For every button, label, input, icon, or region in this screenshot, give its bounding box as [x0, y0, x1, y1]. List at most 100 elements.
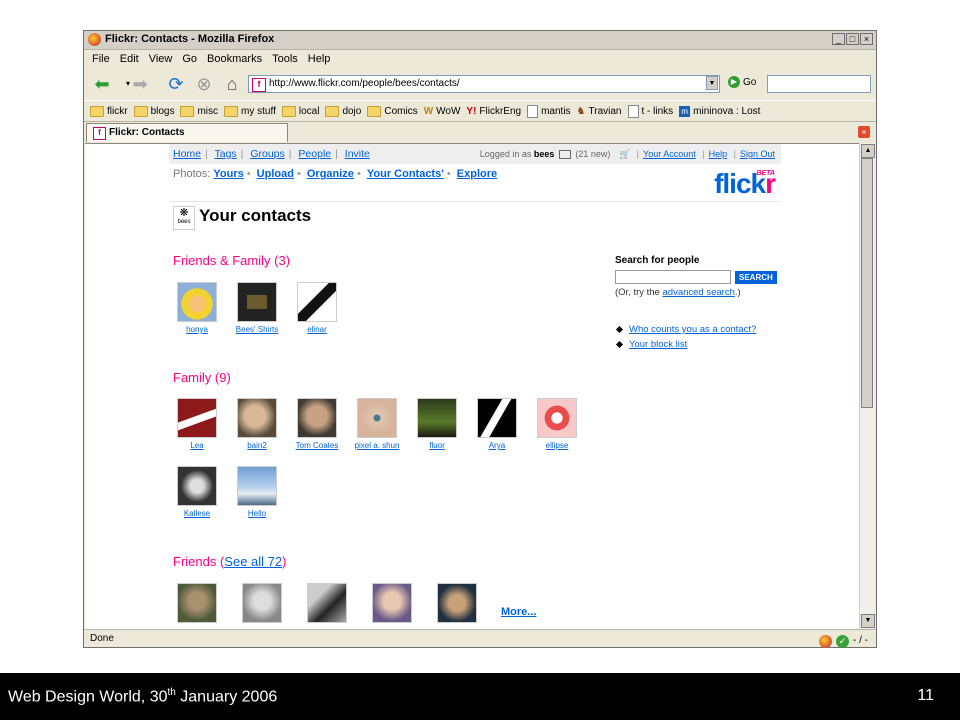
- bookmark-travian[interactable]: ♞ Travian: [577, 106, 622, 117]
- more-friends-link[interactable]: More...: [501, 606, 536, 618]
- bookmark-flickreng[interactable]: Y! FlickrEng: [466, 106, 521, 117]
- bookmark-my-stuff[interactable]: my stuff: [224, 105, 276, 117]
- contact-item[interactable]: fluor: [407, 398, 467, 450]
- status-text: Done: [90, 633, 114, 644]
- nav-tags-link[interactable]: Tags: [214, 148, 236, 160]
- avatar: [417, 398, 457, 438]
- avatar: [477, 398, 517, 438]
- flickr-logo[interactable]: flickr BETA: [714, 168, 776, 200]
- photos-upload-link[interactable]: Upload: [257, 168, 294, 180]
- contact-item[interactable]: Kallese: [167, 466, 227, 518]
- photos-organize-link[interactable]: Organize: [307, 168, 354, 180]
- logged-in-label: Logged in as: [479, 149, 532, 159]
- advanced-search-link[interactable]: advanced search: [663, 287, 735, 298]
- avatar: [297, 282, 337, 322]
- url-bar[interactable]: f http://www.flickr.com/people/bees/cont…: [248, 75, 720, 93]
- scroll-thumb[interactable]: [861, 158, 873, 408]
- minimize-button[interactable]: _: [832, 33, 845, 45]
- close-tab-icon[interactable]: ×: [858, 126, 870, 138]
- search-button[interactable]: SEARCH: [735, 270, 777, 284]
- forward-icon[interactable]: ➡: [130, 74, 150, 94]
- contact-item[interactable]: honya: [167, 282, 227, 334]
- block-list-link[interactable]: Your block list: [629, 339, 687, 350]
- menu-go[interactable]: Go: [182, 53, 197, 65]
- check-icon[interactable]: ✓: [836, 634, 849, 648]
- contact-item[interactable]: [297, 583, 357, 623]
- avatar: [242, 583, 282, 623]
- menu-bookmarks[interactable]: Bookmarks: [207, 53, 262, 65]
- tab-bar: f Flickr: Contacts ×: [84, 121, 876, 143]
- bookmark-t-links[interactable]: t - links: [627, 104, 673, 118]
- folder-icon: [224, 105, 239, 117]
- photos-contacts-link[interactable]: Your Contacts': [367, 168, 444, 180]
- back-icon[interactable]: ⬅: [92, 74, 112, 94]
- people-search-input[interactable]: [615, 270, 731, 284]
- flickr-top-nav: Home | Tags | Groups | People | Invite Logge…: [169, 144, 781, 164]
- bookmark-wow[interactable]: W WoW: [424, 106, 461, 117]
- go-button[interactable]: ▶ Go: [728, 76, 756, 88]
- folder-icon: [133, 105, 148, 117]
- help-link[interactable]: Help: [709, 149, 728, 159]
- stop-icon[interactable]: ⊗: [194, 74, 214, 94]
- contact-item[interactable]: ellipse: [527, 398, 587, 450]
- contact-item[interactable]: [362, 583, 422, 623]
- firefox-icon[interactable]: [819, 634, 832, 648]
- menu-edit[interactable]: Edit: [120, 53, 139, 65]
- scroll-up-icon[interactable]: ▲: [861, 144, 875, 158]
- contact-item[interactable]: [232, 583, 292, 623]
- nav-invite-link[interactable]: Invite: [345, 148, 370, 160]
- avatar: [537, 398, 577, 438]
- y-icon: Y!: [466, 105, 477, 117]
- maximize-button[interactable]: □: [846, 33, 859, 45]
- nav-people-link[interactable]: People: [298, 148, 331, 160]
- navigation-toolbar: ⬅ ▾ ➡ ⟳ ⊗ ⌂ f http://www.flickr.com/peop…: [84, 69, 876, 99]
- close-button[interactable]: ×: [860, 33, 873, 45]
- vertical-scrollbar[interactable]: ▲ ▼: [859, 143, 875, 629]
- contact-item[interactable]: Lea: [167, 398, 227, 450]
- tab-flickr-contacts[interactable]: f Flickr: Contacts: [86, 123, 288, 142]
- user-buddy-icon[interactable]: ❋ bees: [173, 206, 195, 230]
- avatar: [177, 466, 217, 506]
- bookmark-flickr[interactable]: flickr: [90, 105, 128, 117]
- search-box[interactable]: [767, 75, 871, 93]
- menu-view[interactable]: View: [149, 53, 173, 65]
- menu-file[interactable]: File: [92, 53, 110, 65]
- photos-explore-link[interactable]: Explore: [457, 168, 497, 180]
- bookmark-comics[interactable]: Comics: [367, 105, 418, 117]
- window-controls: _ □ ×: [832, 33, 873, 45]
- photos-yours-link[interactable]: Yours: [213, 168, 243, 180]
- cart-icon[interactable]: 🛒: [619, 149, 630, 159]
- bookmark-blogs[interactable]: blogs: [133, 105, 174, 117]
- bookmark-mantis[interactable]: mantis: [527, 104, 571, 118]
- who-counts-you-link[interactable]: Who counts you as a contact?: [629, 324, 756, 335]
- home-icon[interactable]: ⌂: [222, 74, 242, 94]
- avatar: [237, 282, 277, 322]
- bookmark-dojo[interactable]: dojo: [325, 105, 361, 117]
- menu-help[interactable]: Help: [308, 53, 331, 65]
- url-dropdown-icon[interactable]: ▼: [706, 76, 718, 90]
- bookmark-local[interactable]: local: [281, 105, 319, 117]
- contact-item[interactable]: elinar: [287, 282, 347, 334]
- contact-item[interactable]: [427, 583, 487, 623]
- mail-icon[interactable]: [558, 150, 571, 160]
- sign-out-link[interactable]: Sign Out: [740, 149, 775, 159]
- contact-item[interactable]: bain2: [227, 398, 287, 450]
- your-account-link[interactable]: Your Account: [643, 149, 696, 159]
- contact-item[interactable]: Tom Coates: [287, 398, 347, 450]
- contact-item[interactable]: pixel a. shun: [347, 398, 407, 450]
- see-all-friends-link[interactable]: See all 72: [224, 554, 282, 569]
- new-mail-count[interactable]: (21 new): [575, 149, 610, 159]
- nav-groups-link[interactable]: Groups: [250, 148, 284, 160]
- scroll-down-icon[interactable]: ▼: [861, 614, 875, 628]
- browser-window: Flickr: Contacts - Mozilla Firefox _ □ ×…: [83, 30, 877, 648]
- contact-item[interactable]: Bees' Shirts: [227, 282, 287, 334]
- bookmark-mininova[interactable]: m mininova : Lost: [679, 105, 760, 117]
- bookmark-misc[interactable]: misc: [180, 105, 218, 117]
- avatar: [237, 466, 277, 506]
- contact-item[interactable]: [167, 583, 227, 623]
- reload-icon[interactable]: ⟳: [166, 74, 186, 94]
- contact-item[interactable]: Hello: [227, 466, 287, 518]
- contact-item[interactable]: Arya: [467, 398, 527, 450]
- nav-home-link[interactable]: Home: [173, 148, 201, 160]
- menu-tools[interactable]: Tools: [272, 53, 298, 65]
